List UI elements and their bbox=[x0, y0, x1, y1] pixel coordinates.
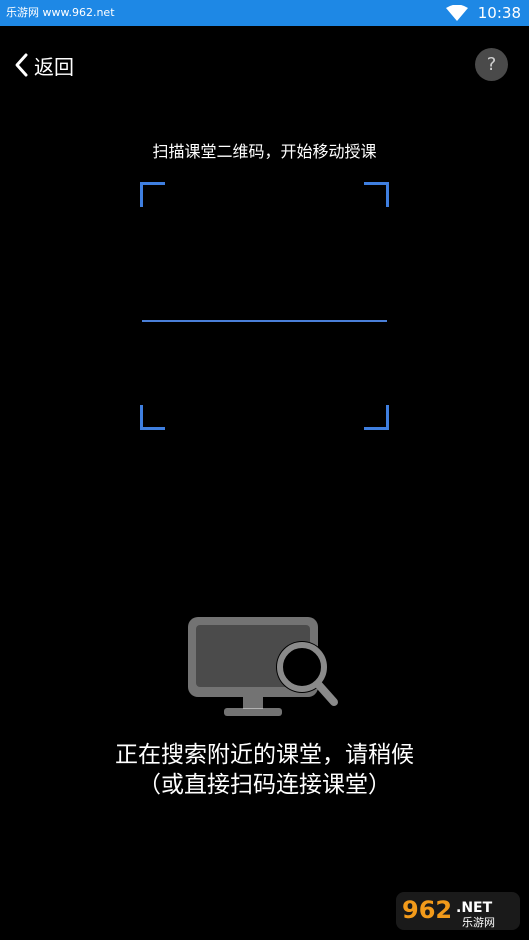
monitor-search-icon bbox=[188, 617, 338, 716]
scan-corner-top-left bbox=[140, 182, 165, 207]
watermark-site-text: 乐游网 www.962.net bbox=[6, 6, 115, 19]
scan-line bbox=[142, 320, 387, 322]
watermark-logo-suffix: .NET bbox=[456, 900, 493, 916]
qr-scan-frame bbox=[140, 182, 389, 430]
wifi-icon bbox=[445, 5, 468, 21]
scan-corner-bottom-left bbox=[140, 405, 165, 430]
watermark-logo-number: 962 bbox=[402, 896, 452, 924]
searching-line-1: 正在搜索附近的课堂，请稍候 bbox=[115, 742, 414, 768]
searching-line-2: （或直接扫码连接课堂） bbox=[138, 772, 391, 798]
chevron-left-icon bbox=[15, 53, 28, 77]
help-icon: ? bbox=[486, 54, 497, 75]
watermark-logo: 962 .NET 乐游网 bbox=[396, 892, 520, 930]
help-button[interactable]: ? bbox=[475, 48, 508, 81]
status-right: 10:38 bbox=[445, 4, 521, 22]
watermark-logo-subtitle: 乐游网 bbox=[462, 916, 495, 929]
scan-corner-bottom-right bbox=[364, 405, 389, 430]
status-time: 10:38 bbox=[477, 4, 521, 22]
scan-corner-top-right bbox=[364, 182, 389, 207]
back-button[interactable]: 返回 bbox=[12, 48, 74, 82]
back-label: 返回 bbox=[34, 54, 74, 79]
scan-instruction: 扫描课堂二维码，开始移动授课 bbox=[152, 142, 377, 161]
searching-message: 正在搜索附近的课堂，请稍候 （或直接扫码连接课堂） bbox=[0, 740, 529, 800]
status-bar: 乐游网 www.962.net 10:38 bbox=[0, 0, 529, 26]
